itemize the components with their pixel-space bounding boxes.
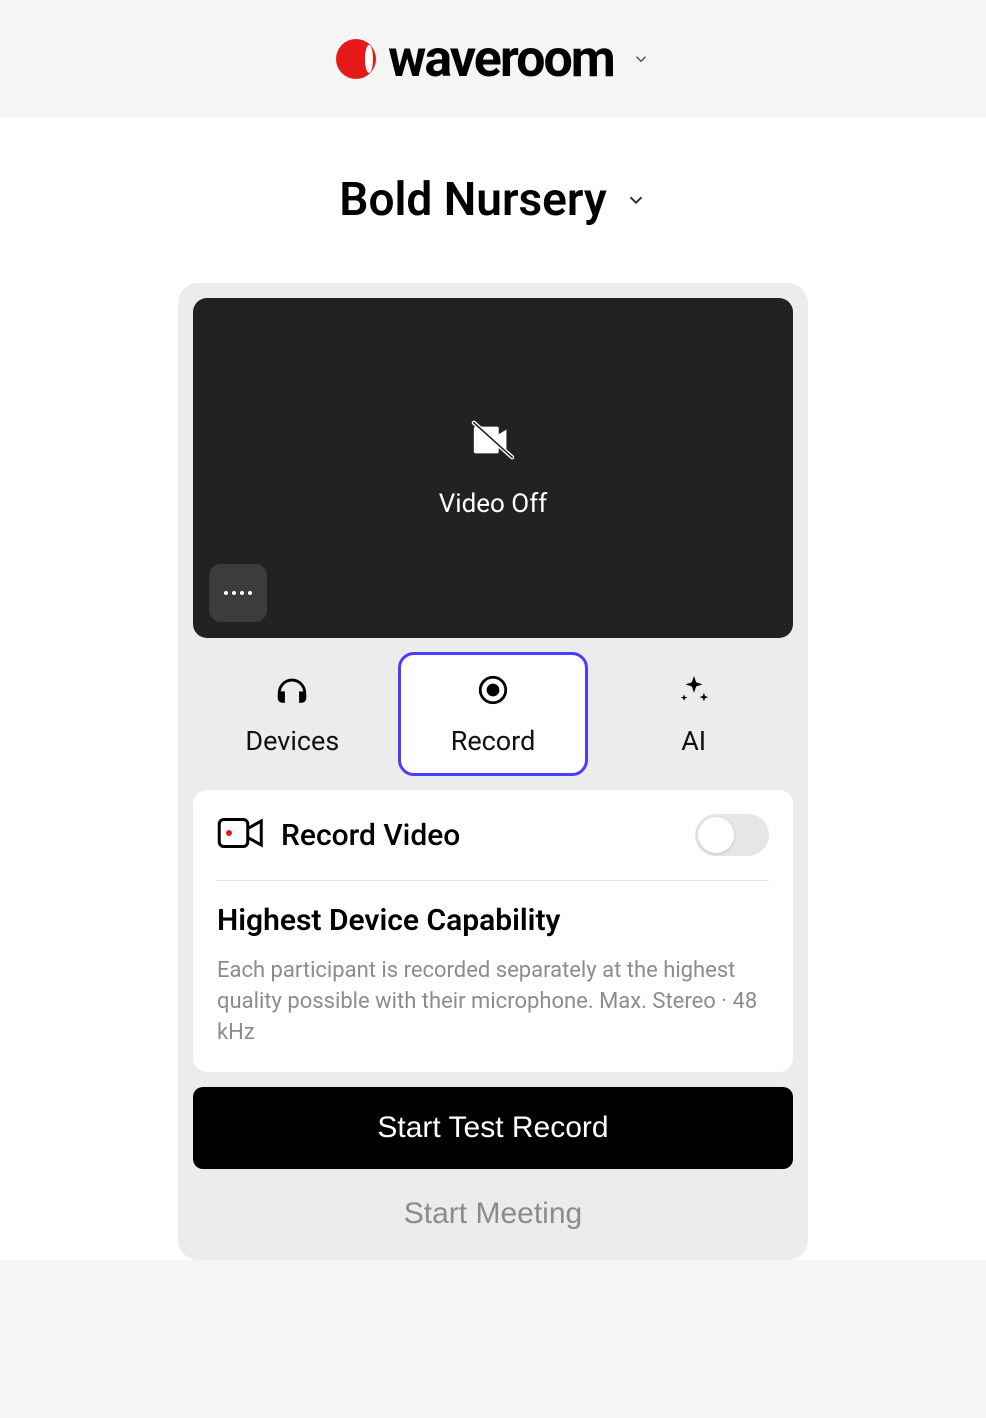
setup-card: Video Off Devices <box>178 283 808 1260</box>
record-video-label: Record Video <box>281 818 460 853</box>
brand-name: waveroom <box>388 28 614 89</box>
tab-devices[interactable]: Devices <box>197 652 388 776</box>
more-options-button[interactable] <box>209 564 267 622</box>
video-camera-icon <box>217 815 265 855</box>
video-off-icon <box>470 417 516 467</box>
tab-label: Devices <box>245 725 339 757</box>
capability-description: Each participant is recorded separately … <box>217 956 769 1048</box>
record-icon <box>476 673 510 711</box>
room-selector[interactable]: Bold Nursery <box>0 173 986 227</box>
brand-logo[interactable]: waveroom <box>336 28 614 89</box>
tab-label: Record <box>451 725 536 757</box>
tab-ai[interactable]: AI <box>598 652 789 776</box>
app-header: waveroom <box>0 0 986 117</box>
chevron-down-icon[interactable] <box>632 50 650 68</box>
video-preview: Video Off <box>193 298 793 638</box>
tab-record[interactable]: Record <box>398 652 589 776</box>
chevron-down-icon <box>625 189 647 211</box>
record-video-toggle[interactable] <box>695 814 769 856</box>
brand-logo-icon <box>336 39 376 79</box>
start-test-record-button[interactable]: Start Test Record <box>193 1087 793 1169</box>
settings-tabs: Devices Record <box>193 638 793 790</box>
headphones-icon <box>275 673 309 711</box>
start-meeting-button[interactable]: Start Meeting <box>193 1169 793 1245</box>
divider <box>217 880 769 881</box>
record-video-row: Record Video <box>217 814 769 856</box>
record-panel: Record Video Highest Device Capability E… <box>193 790 793 1072</box>
sparkles-icon <box>677 673 711 711</box>
tab-label: AI <box>681 725 706 757</box>
room-name: Bold Nursery <box>339 173 607 227</box>
capability-title: Highest Device Capability <box>217 903 769 938</box>
main-content: Bold Nursery Video Off <box>0 117 986 1260</box>
video-status-label: Video Off <box>439 489 548 519</box>
